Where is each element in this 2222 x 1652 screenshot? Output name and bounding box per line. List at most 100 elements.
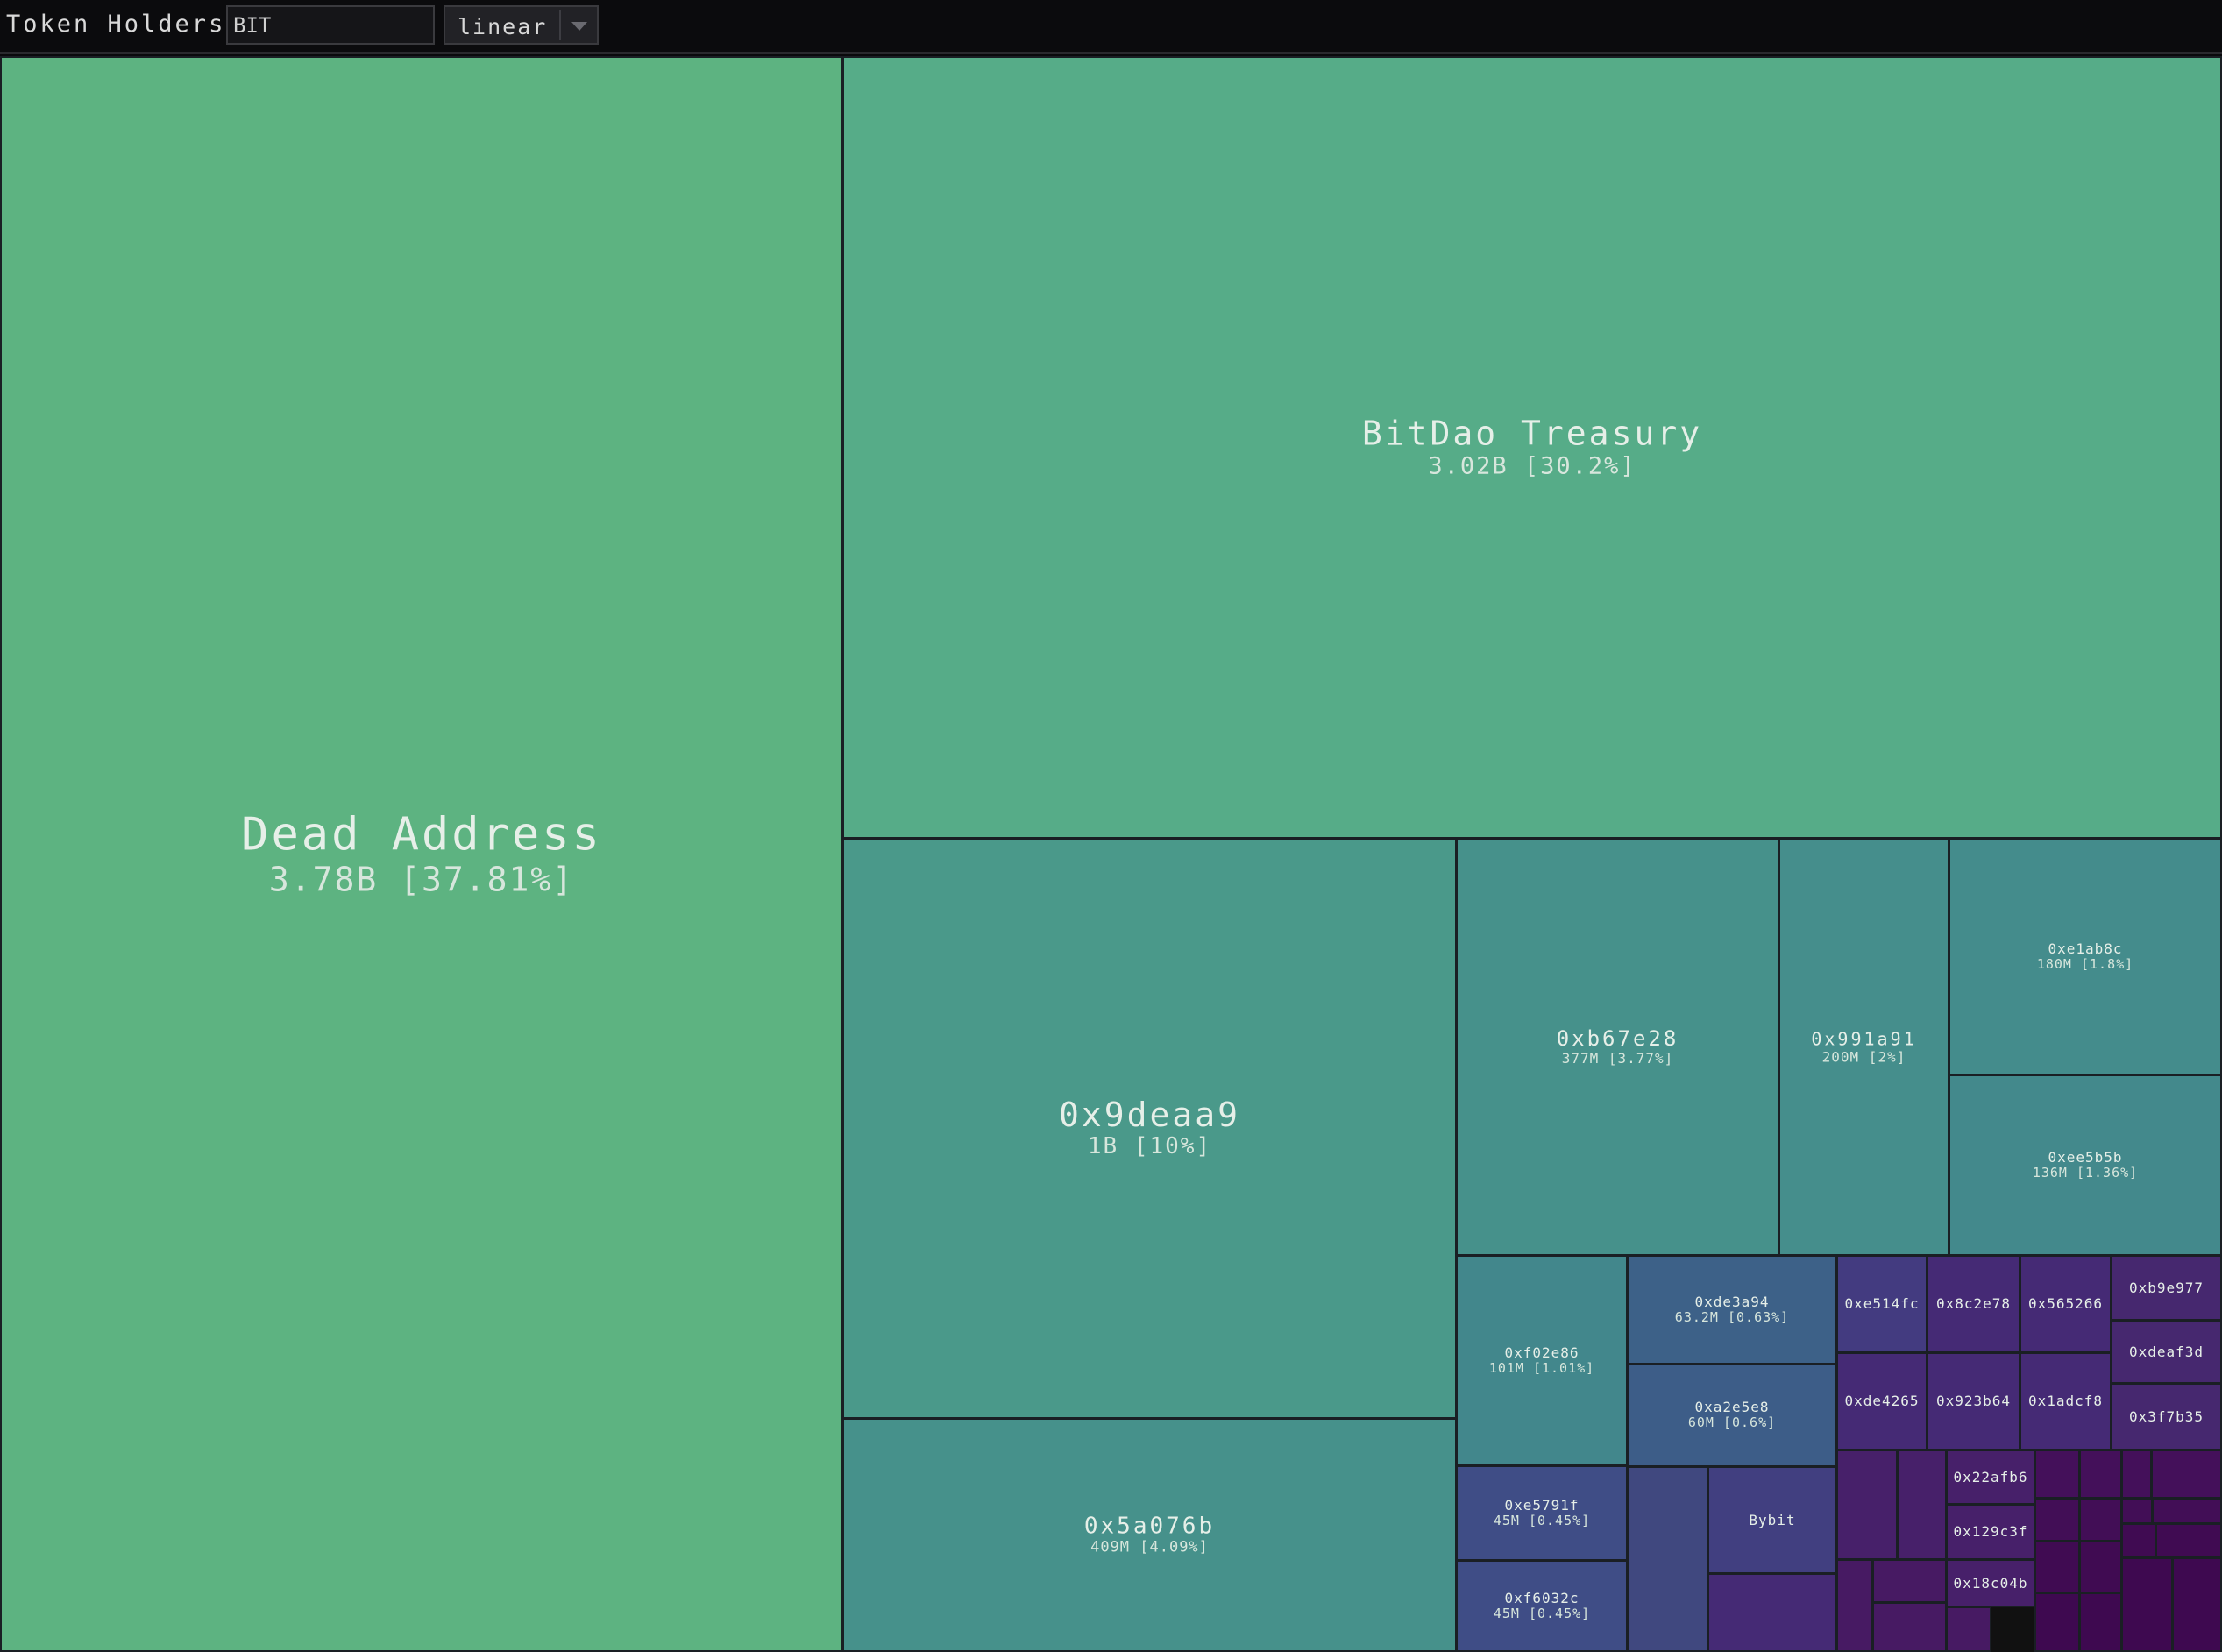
holder-cell[interactable]: Bybit (1707, 1466, 1837, 1574)
holder-cell[interactable]: 0xf6032c 45M [0.45%] (1456, 1560, 1628, 1652)
holder-label: 0xb67e28 377M [3.77%] (1458, 1026, 1778, 1067)
scale-select-divider (559, 10, 561, 40)
holder-cell[interactable] (2034, 1450, 2080, 1499)
holder-cell[interactable] (1836, 1450, 1898, 1560)
holder-name: BitDao Treasury (1361, 414, 1703, 453)
holder-cell[interactable] (2121, 1498, 2153, 1524)
holder-cell[interactable]: 0xf02e86 101M [1.01%] (1456, 1255, 1628, 1466)
holder-cell[interactable] (2079, 1541, 2122, 1593)
holder-amount: 45M [0.45%] (1493, 1606, 1591, 1622)
holder-cell[interactable]: 0xdeaf3d (2111, 1320, 2222, 1384)
holder-cell[interactable] (1707, 1573, 1837, 1652)
holder-label: 0xdeaf3d (2112, 1343, 2220, 1360)
holder-label: 0xde3a94 63.2M [0.63%] (1629, 1294, 1835, 1326)
holder-name: 0x18c04b (1953, 1574, 2028, 1592)
holder-cell[interactable] (1872, 1602, 1947, 1652)
holder-cell[interactable]: 0xb67e28 377M [3.77%] (1456, 838, 1779, 1256)
holder-cell[interactable] (2079, 1592, 2122, 1652)
app-title: Token Holders (6, 11, 226, 38)
holder-name: 0xe514fc (1844, 1294, 1920, 1312)
holder-cell[interactable] (2121, 1450, 2152, 1499)
holder-label: 0x5a076b 409M [4.09%] (844, 1512, 1455, 1556)
holder-cell[interactable] (2079, 1450, 2122, 1499)
holder-label: 0xee5b5b 136M [1.36%] (1950, 1148, 2220, 1181)
holder-name: 0x129c3f (1953, 1522, 2028, 1540)
holder-cell[interactable] (1946, 1606, 1991, 1652)
holder-cell[interactable]: 0xe1ab8c 180M [1.8%] (1949, 838, 2222, 1075)
holder-cell[interactable]: 0x9deaa9 1B [10%] (842, 838, 1457, 1419)
holder-cell[interactable]: 0xa2e5e8 60M [0.6%] (1627, 1364, 1837, 1467)
holder-name: 0x9deaa9 (1058, 1095, 1241, 1134)
holder-label: 0x991a91 200M [2%] (1780, 1027, 1948, 1065)
holder-cell[interactable]: 0x565266 (2020, 1255, 2112, 1353)
holder-amount: 409M [4.09%] (1090, 1538, 1209, 1556)
holder-label: 0x8c2e78 (1928, 1294, 2019, 1312)
holder-amount: 180M [1.8%] (2036, 956, 2134, 973)
holder-cell[interactable]: 0xe5791f 45M [0.45%] (1456, 1465, 1628, 1561)
holder-cell[interactable]: 0x8c2e78 (1927, 1255, 2020, 1353)
holder-cell[interactable]: 0x923b64 (1927, 1352, 2020, 1450)
holder-cell[interactable] (1872, 1559, 1947, 1603)
holder-cell[interactable] (2121, 1523, 2156, 1558)
holder-cell[interactable]: 0xb9e977 (2111, 1255, 2222, 1321)
holder-label: 0xf6032c 45M [0.45%] (1458, 1590, 1626, 1622)
holder-cell[interactable]: 0xe514fc (1836, 1255, 1927, 1353)
holder-cell[interactable]: Dead Address 3.78B [37.81%] (0, 56, 843, 1652)
holder-name: 0x923b64 (1935, 1392, 2012, 1409)
holder-name: 0x3f7b35 (2128, 1407, 2204, 1425)
holder-cell[interactable] (2034, 1541, 2080, 1593)
holder-cell[interactable] (2172, 1557, 2222, 1652)
holder-label: 0x565266 (2021, 1295, 2110, 1312)
holder-label: 0xe5791f 45M [0.45%] (1458, 1496, 1626, 1529)
scale-select-value: linear (458, 14, 548, 39)
holder-cell[interactable] (2034, 1498, 2080, 1542)
holder-cell[interactable] (1897, 1450, 1947, 1560)
holder-cell[interactable]: 0xde3a94 63.2M [0.63%] (1627, 1255, 1837, 1365)
holder-amount: 3.78B [37.81%] (268, 860, 575, 899)
holder-label: 0xe1ab8c 180M [1.8%] (1950, 940, 2220, 973)
holder-cell[interactable]: 0x5a076b 409M [4.09%] (842, 1418, 1457, 1652)
holder-name: 0xee5b5b (2048, 1148, 2123, 1166)
holder-cell[interactable]: 0x3f7b35 (2111, 1383, 2222, 1450)
holder-amount: 136M [1.36%] (2032, 1165, 2139, 1181)
holder-cell[interactable]: 0x129c3f (1946, 1504, 2035, 1560)
holder-name: 0x5a076b (1083, 1512, 1216, 1539)
holder-label: 0x3f7b35 (2112, 1407, 2220, 1425)
holder-cell[interactable] (2151, 1450, 2222, 1499)
holder-cell[interactable]: 0x22afb6 (1946, 1450, 2035, 1505)
holder-cell[interactable]: 0xde4265 (1836, 1352, 1927, 1450)
holder-label: Bybit (1709, 1511, 1835, 1528)
holder-label: 0x129c3f (1948, 1522, 2034, 1540)
holder-name: 0x991a91 (1811, 1027, 1917, 1049)
holder-cell[interactable] (2121, 1557, 2173, 1652)
holder-amount: 101M [1.01%] (1488, 1360, 1595, 1377)
holder-cell[interactable] (2079, 1498, 2122, 1542)
holder-name: 0xb9e977 (2128, 1279, 2204, 1296)
holder-name: 0xe5791f (1504, 1496, 1580, 1514)
holder-cell[interactable]: 0x991a91 200M [2%] (1778, 838, 1949, 1256)
holder-label: 0x22afb6 (1948, 1468, 2034, 1485)
holder-cell[interactable]: 0x18c04b (1946, 1559, 2035, 1607)
holder-cell[interactable] (2034, 1592, 2080, 1652)
toolbar: Token Holders linear (0, 0, 2222, 54)
holder-label: 0x1adcf8 (2021, 1393, 2110, 1409)
holder-name: 0x1adcf8 (2027, 1392, 2104, 1409)
holder-name: 0x22afb6 (1953, 1468, 2028, 1485)
chevron-down-icon[interactable] (571, 22, 587, 31)
holder-name: 0xdeaf3d (2128, 1343, 2204, 1360)
holder-cell[interactable] (1836, 1559, 1873, 1652)
holder-name: 0xde3a94 (1694, 1293, 1770, 1310)
holder-cell[interactable]: 0x1adcf8 (2020, 1352, 2112, 1450)
holder-label: 0x18c04b (1948, 1574, 2034, 1592)
holder-amount: 1B [10%] (1087, 1133, 1212, 1160)
holder-label: 0x923b64 (1928, 1393, 2019, 1409)
holder-name: 0x8c2e78 (1935, 1294, 2012, 1312)
holder-cell[interactable] (1627, 1466, 1708, 1652)
holder-cell[interactable] (2152, 1498, 2222, 1524)
holder-cell[interactable]: BitDao Treasury 3.02B [30.2%] (842, 56, 2222, 839)
scale-select[interactable]: linear (444, 5, 599, 45)
token-input[interactable] (226, 5, 435, 45)
holder-cell[interactable]: 0xee5b5b 136M [1.36%] (1949, 1074, 2222, 1256)
holder-label: BitDao Treasury 3.02B [30.2%] (844, 414, 2220, 480)
holder-cell[interactable] (2155, 1523, 2222, 1558)
